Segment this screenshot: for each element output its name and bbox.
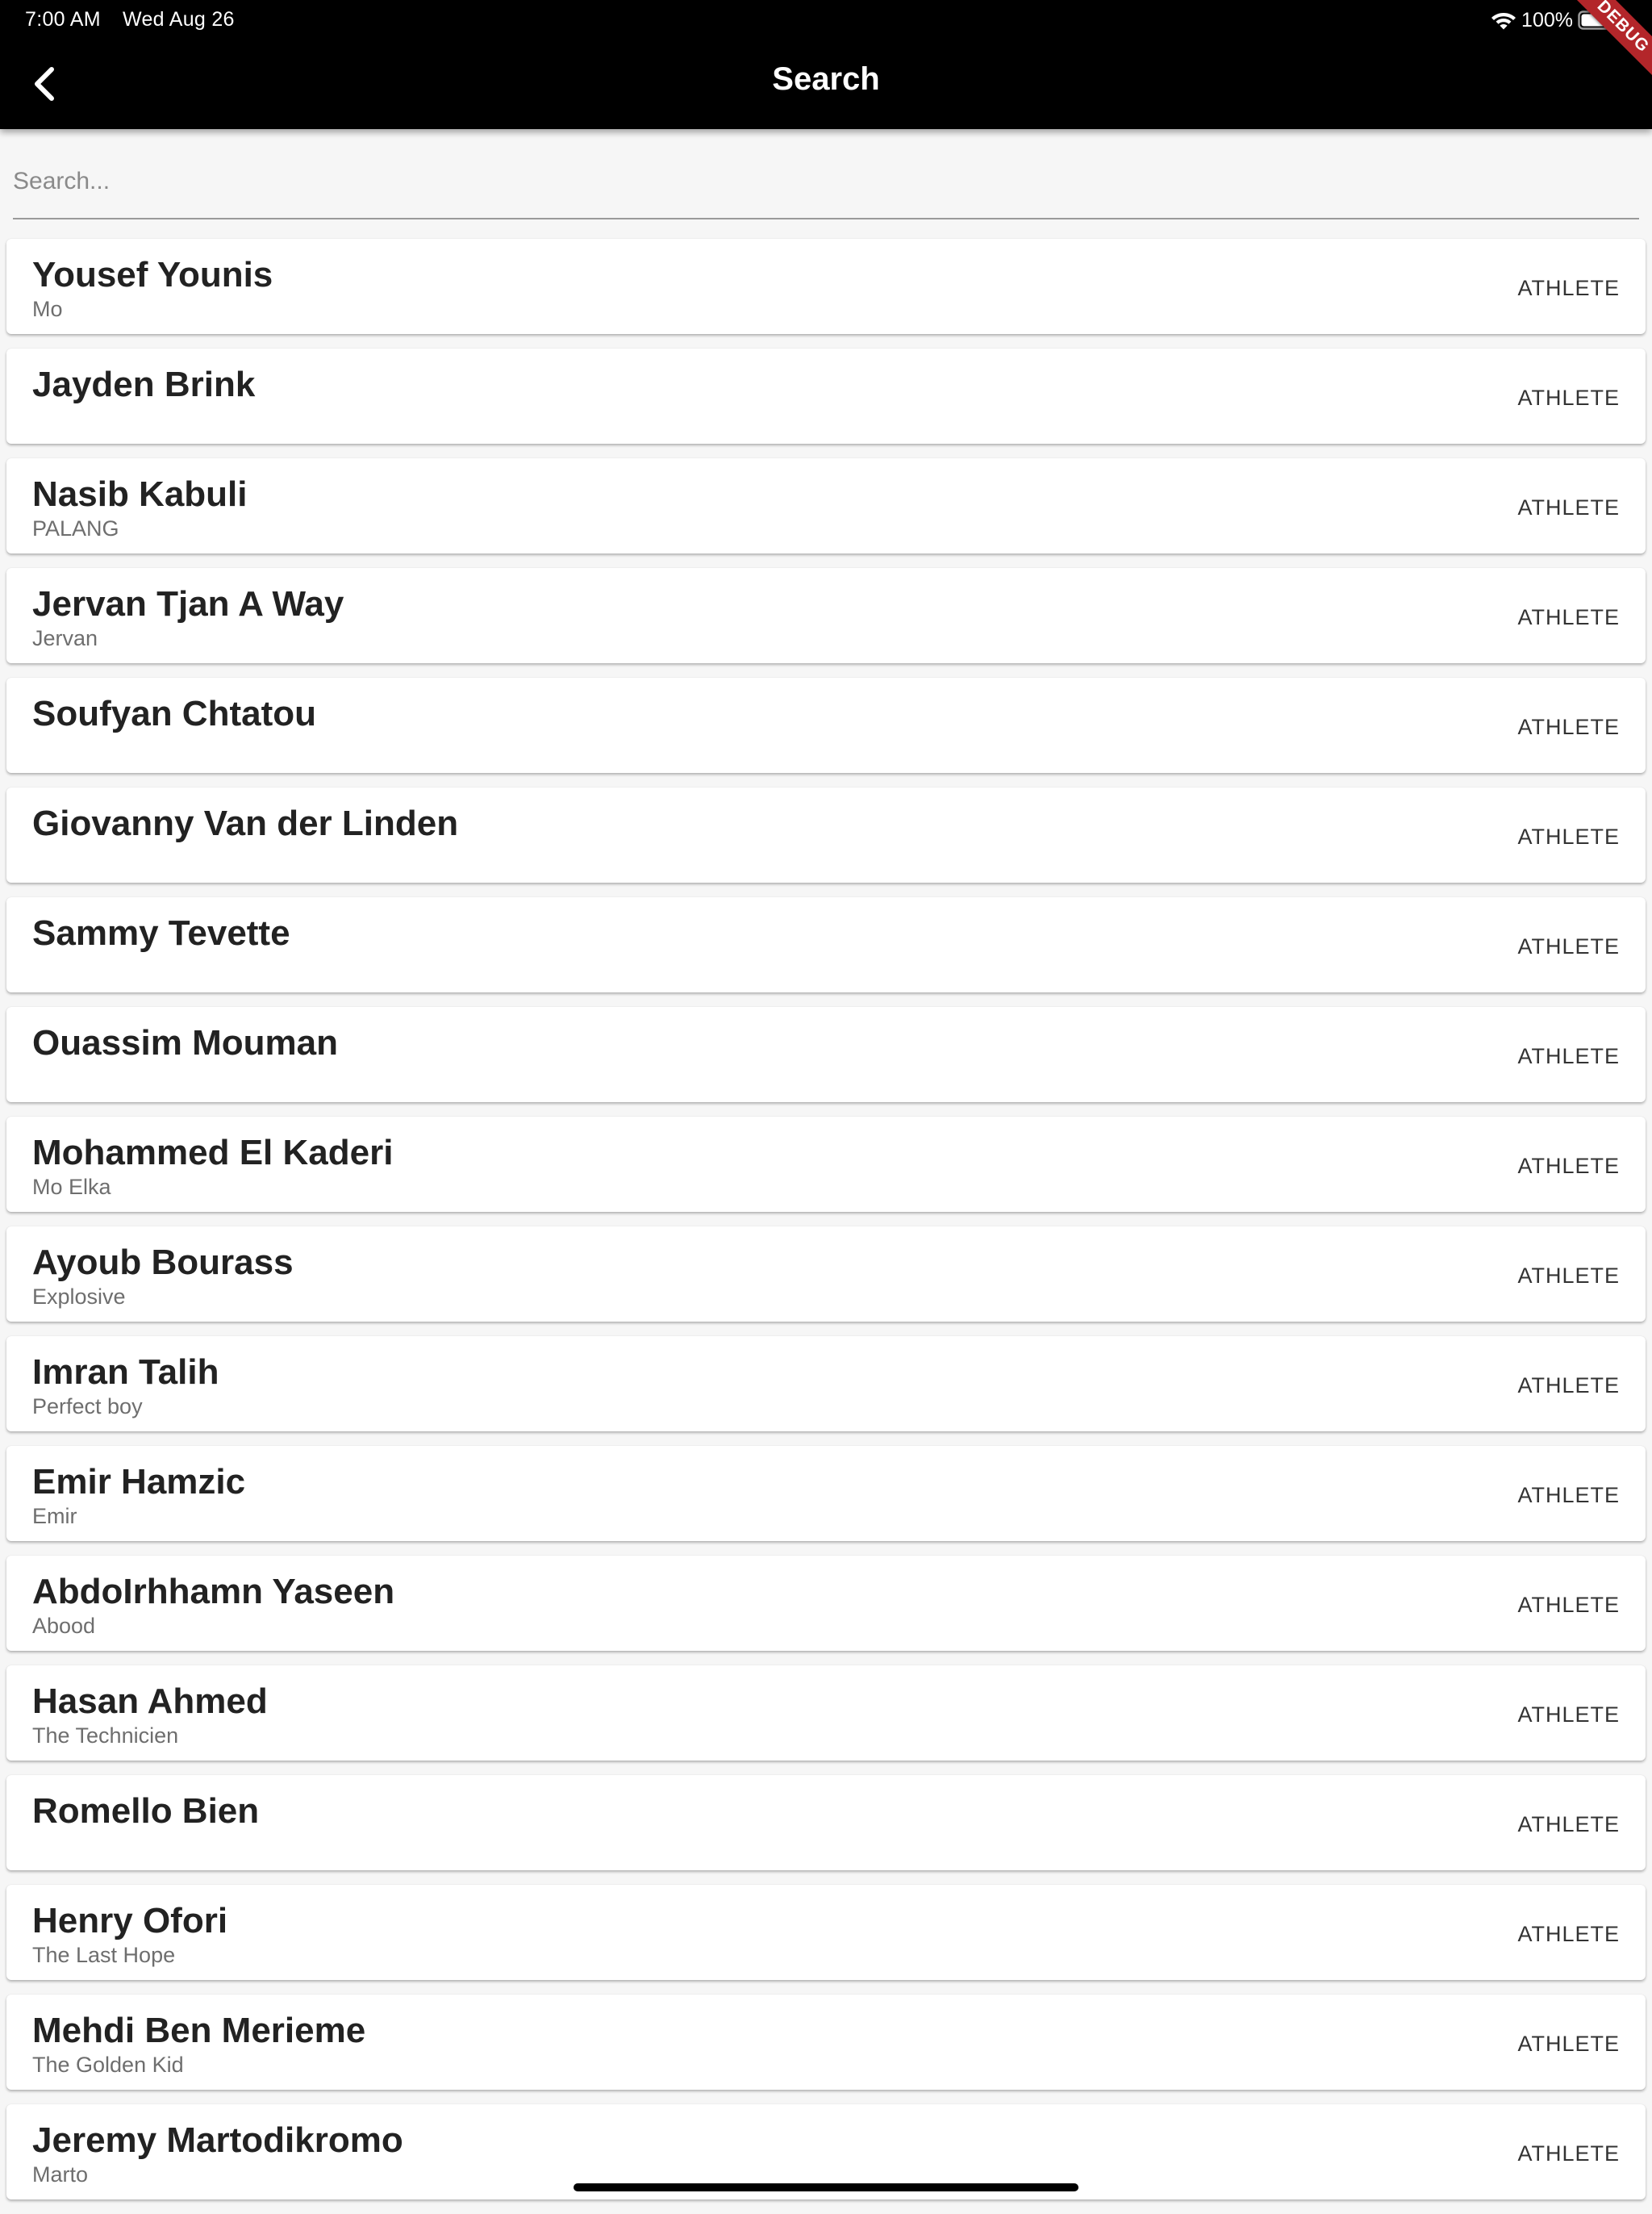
list-item[interactable]: Imran Talih Perfect boy ATHLETE <box>6 1336 1646 1431</box>
athlete-name: Ayoub Bourass <box>32 1243 294 1282</box>
role-label: ATHLETE <box>1517 1373 1620 1397</box>
athlete-name: Sammy Tevette <box>32 913 290 953</box>
role-label: ATHLETE <box>1517 1922 1620 1946</box>
athlete-name: Jervan Tjan A Way <box>32 584 344 624</box>
athlete-name: Mehdi Ben Merieme <box>32 2011 366 2050</box>
list-item[interactable]: Jervan Tjan A Way Jervan ATHLETE <box>6 568 1646 663</box>
athlete-name: Yousef Younis <box>32 255 273 295</box>
home-indicator <box>574 2183 1078 2191</box>
list-item[interactable]: Giovanny Van der Linden ATHLETE <box>6 787 1646 883</box>
athlete-nickname: The Golden Kid <box>32 2053 184 2077</box>
role-label: ATHLETE <box>1517 386 1620 410</box>
list-item[interactable]: Yousef Younis Mo ATHLETE <box>6 239 1646 334</box>
athlete-name: Henry Ofori <box>32 1901 228 1940</box>
list-item[interactable]: Mohammed El Kaderi Mo Elka ATHLETE <box>6 1117 1646 1212</box>
list-item[interactable]: Mehdi Ben Merieme The Golden Kid ATHLETE <box>6 1995 1646 2090</box>
wifi-icon <box>1491 13 1516 30</box>
athlete-name: Emir Hamzic <box>32 1462 246 1502</box>
athlete-name: AbdoIrhhamn Yaseen <box>32 1572 395 1611</box>
athlete-name: Mohammed El Kaderi <box>32 1133 394 1172</box>
athlete-nickname: The Last Hope <box>32 1943 176 1967</box>
athlete-name: Giovanny Van der Linden <box>32 804 459 843</box>
role-label: ATHLETE <box>1517 495 1620 520</box>
athlete-name: Imran Talih <box>32 1352 219 1392</box>
athlete-name: Hasan Ahmed <box>32 1681 268 1721</box>
athlete-nickname: Marto <box>32 2162 89 2187</box>
role-label: ATHLETE <box>1517 1154 1620 1178</box>
athlete-nickname: Perfect boy <box>32 1394 143 1418</box>
athlete-nickname: Abood <box>32 1614 96 1638</box>
role-label: ATHLETE <box>1517 605 1620 629</box>
role-label: ATHLETE <box>1517 825 1620 849</box>
role-label: ATHLETE <box>1517 715 1620 739</box>
athlete-nickname: The Technicien <box>32 1723 179 1748</box>
athlete-nickname: Mo Elka <box>32 1175 111 1199</box>
search-input[interactable] <box>13 147 1639 216</box>
app-bar: 7:00 AM Wed Aug 26 100% Search DEBUG <box>0 0 1652 129</box>
athlete-nickname: Mo <box>32 297 63 321</box>
role-label: ATHLETE <box>1517 1483 1620 1507</box>
athlete-nickname: PALANG <box>32 516 119 541</box>
search-field <box>13 147 1639 219</box>
list-item[interactable]: Romello Bien ATHLETE <box>6 1775 1646 1870</box>
status-time: 7:00 AM <box>25 8 101 31</box>
athlete-nickname: Emir <box>32 1504 77 1528</box>
list-item[interactable]: Ouassim Mouman ATHLETE <box>6 1007 1646 1102</box>
list-item[interactable]: Henry Ofori The Last Hope ATHLETE <box>6 1885 1646 1980</box>
role-label: ATHLETE <box>1517 1812 1620 1836</box>
list-item[interactable]: Jayden Brink ATHLETE <box>6 349 1646 444</box>
status-date: Wed Aug 26 <box>123 8 235 31</box>
role-label: ATHLETE <box>1517 2141 1620 2166</box>
role-label: ATHLETE <box>1517 1593 1620 1617</box>
athlete-name: Jeremy Martodikromo <box>32 2120 403 2160</box>
athlete-name: Romello Bien <box>32 1791 260 1831</box>
list-item[interactable]: Nasib Kabuli PALANG ATHLETE <box>6 458 1646 554</box>
athlete-name: Nasib Kabuli <box>32 474 248 514</box>
role-label: ATHLETE <box>1517 934 1620 959</box>
list-item[interactable]: Ayoub Bourass Explosive ATHLETE <box>6 1226 1646 1322</box>
athlete-name: Ouassim Mouman <box>32 1023 338 1063</box>
role-label: ATHLETE <box>1517 1044 1620 1068</box>
battery-percentage: 100% <box>1521 8 1573 31</box>
list-item[interactable]: Hasan Ahmed The Technicien ATHLETE <box>6 1665 1646 1761</box>
athlete-nickname: Jervan <box>32 626 98 650</box>
role-label: ATHLETE <box>1517 1264 1620 1288</box>
list-item[interactable]: AbdoIrhhamn Yaseen Abood ATHLETE <box>6 1556 1646 1651</box>
page-title: Search <box>772 61 880 97</box>
list-item[interactable]: Soufyan Chtatou ATHLETE <box>6 678 1646 773</box>
list-item[interactable]: Emir Hamzic Emir ATHLETE <box>6 1446 1646 1541</box>
search-underline <box>13 218 1639 219</box>
role-label: ATHLETE <box>1517 1702 1620 1727</box>
athlete-nickname: Explosive <box>32 1285 126 1309</box>
athlete-name: Jayden Brink <box>32 365 256 404</box>
role-label: ATHLETE <box>1517 276 1620 300</box>
role-label: ATHLETE <box>1517 2032 1620 2056</box>
list-item[interactable]: Sammy Tevette ATHLETE <box>6 897 1646 992</box>
athlete-name: Soufyan Chtatou <box>32 694 316 733</box>
results-list: Yousef Younis Mo ATHLETE Jayden Brink ATHLET… <box>6 239 1646 2214</box>
